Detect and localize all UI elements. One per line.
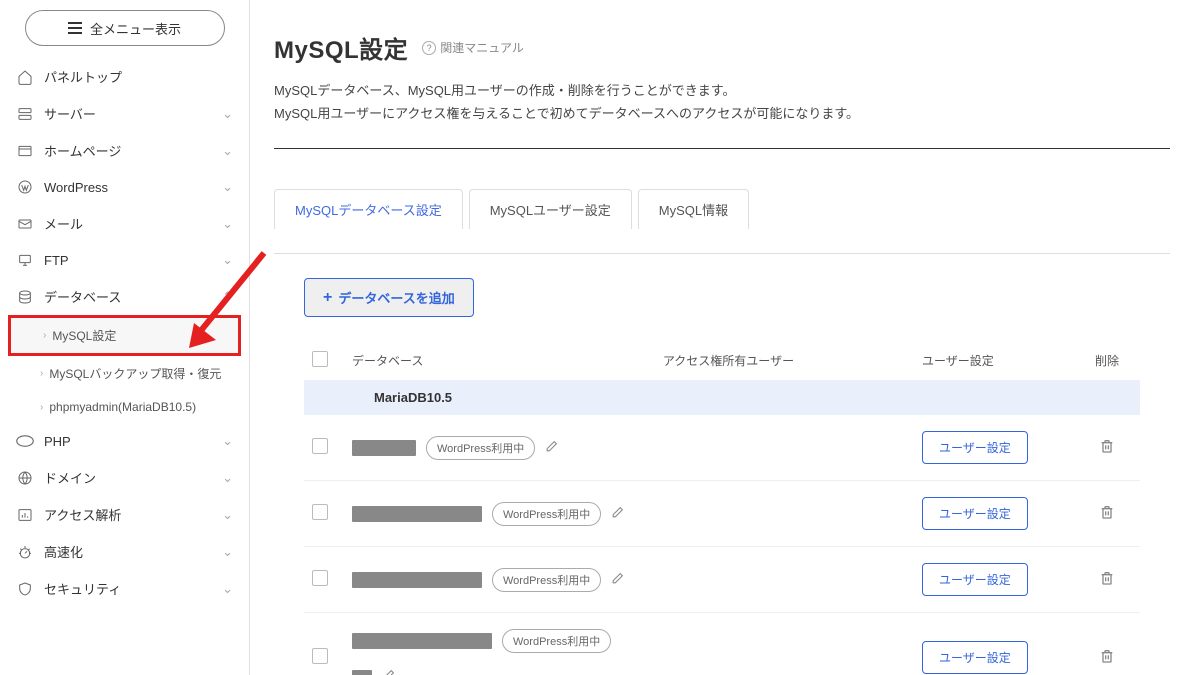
divider [274,148,1170,150]
database-name-redacted [352,670,372,675]
sidebar-subitem-mysql-backup[interactable]: › MySQLバックアップ取得・復元 [8,356,241,391]
user-settings-button[interactable]: ユーザー設定 [922,431,1028,464]
chevron-down-icon: ⌄ [222,106,233,122]
row-checkbox[interactable] [312,438,328,454]
col-header-database: データベース [352,352,663,369]
sidebar-item-panel-top[interactable]: パネルトップ [8,58,241,95]
tab-mysql-user[interactable]: MySQLユーザー設定 [469,189,632,229]
chevron-right-icon: › [43,330,46,341]
home-icon [16,68,34,86]
wordpress-badge: WordPress利用中 [492,502,601,526]
database-name-redacted [352,440,416,456]
database-name-redacted [352,506,482,522]
database-icon [16,288,34,306]
shield-icon [16,580,34,598]
speed-icon [16,543,34,561]
chevron-down-icon: ⌄ [222,581,233,597]
col-header-user: アクセス権所有ユーザー [663,352,922,369]
table-row: WordPress利用中 ユーザー設定 [304,613,1140,675]
wordpress-badge: WordPress利用中 [492,568,601,592]
wordpress-icon [16,178,34,196]
edit-icon[interactable] [611,572,624,588]
table-group-row: MariaDB10.5 [304,380,1140,415]
sidebar-item-speed[interactable]: 高速化 ⌄ [8,533,241,570]
sidebar-item-homepage[interactable]: ホームページ ⌄ [8,132,241,169]
sidebar-item-wordpress[interactable]: WordPress ⌄ [8,169,241,205]
database-table: データベース アクセス権所有ユーザー ユーザー設定 削除 MariaDB10.5… [304,341,1140,675]
chevron-down-icon: ⌄ [222,143,233,159]
sidebar-item-php[interactable]: PHP ⌄ [8,423,241,459]
window-icon [16,142,34,160]
tab-mysql-info[interactable]: MySQL情報 [638,189,749,229]
sidebar-item-domain[interactable]: ドメイン ⌄ [8,459,241,496]
chart-icon [16,506,34,524]
chevron-down-icon: ⌄ [222,216,233,232]
php-icon [16,432,34,450]
chevron-down-icon: ⌄ [222,470,233,486]
wordpress-badge: WordPress利用中 [426,436,535,460]
ftp-icon [16,251,34,269]
delete-icon[interactable] [1099,508,1115,523]
table-row: WordPress利用中 ユーザー設定 [304,547,1140,613]
sidebar-item-analytics[interactable]: アクセス解析 ⌄ [8,496,241,533]
col-header-delete: 削除 [1082,352,1132,369]
table-row: WordPress利用中 ユーザー設定 [304,481,1140,547]
server-icon [16,105,34,123]
sidebar-item-security[interactable]: セキュリティ ⌄ [8,570,241,607]
table-header: データベース アクセス権所有ユーザー ユーザー設定 削除 [304,341,1140,380]
select-all-checkbox[interactable] [312,351,328,367]
tabs: MySQLデータベース設定 MySQLユーザー設定 MySQL情報 [274,189,1170,229]
tab-mysql-database[interactable]: MySQLデータベース設定 [274,189,463,229]
chevron-right-icon: › [40,368,43,379]
chevron-down-icon: ⌄ [222,507,233,523]
chevron-down-icon: ⌄ [222,544,233,560]
chevron-down-icon: ⌄ [222,179,233,195]
manual-link[interactable]: ? 関連マニュアル [422,39,524,56]
edit-icon[interactable] [382,669,395,675]
add-database-button[interactable]: + データベースを追加 [304,278,474,317]
globe-icon [16,469,34,487]
col-header-setting: ユーザー設定 [922,352,1082,369]
chevron-right-icon: › [40,402,43,413]
edit-icon[interactable] [545,440,558,456]
user-settings-button[interactable]: ユーザー設定 [922,497,1028,530]
row-checkbox[interactable] [312,570,328,586]
plus-icon: + [323,289,332,307]
edit-icon[interactable] [611,506,624,522]
page-title: MySQL設定 [274,30,408,65]
row-checkbox[interactable] [312,648,328,664]
database-name-redacted [352,633,492,649]
wordpress-badge: WordPress利用中 [502,629,611,653]
user-settings-button[interactable]: ユーザー設定 [922,641,1028,674]
delete-icon[interactable] [1099,442,1115,457]
help-icon: ? [422,41,436,55]
delete-icon[interactable] [1099,574,1115,589]
all-menu-button[interactable]: 全メニュー表示 [25,10,225,46]
user-settings-button[interactable]: ユーザー設定 [922,563,1028,596]
sidebar-subitem-phpmyadmin[interactable]: › phpmyadmin(MariaDB10.5) [8,391,241,423]
delete-icon[interactable] [1099,652,1115,667]
sidebar-item-mail[interactable]: メール ⌄ [8,205,241,242]
all-menu-label: 全メニュー表示 [90,19,181,38]
chevron-down-icon: ⌄ [222,433,233,449]
sidebar-item-server[interactable]: サーバー ⌄ [8,95,241,132]
row-checkbox[interactable] [312,504,328,520]
database-name-redacted [352,572,482,588]
main-content: MySQL設定 ? 関連マニュアル MySQLデータベース、MySQL用ユーザー… [250,0,1200,675]
hamburger-icon [68,22,82,34]
page-description: MySQLデータベース、MySQL用ユーザーの作成・削除を行うことができます。 … [274,79,1170,126]
table-row: WordPress利用中 ユーザー設定 [304,415,1140,481]
mail-icon [16,215,34,233]
